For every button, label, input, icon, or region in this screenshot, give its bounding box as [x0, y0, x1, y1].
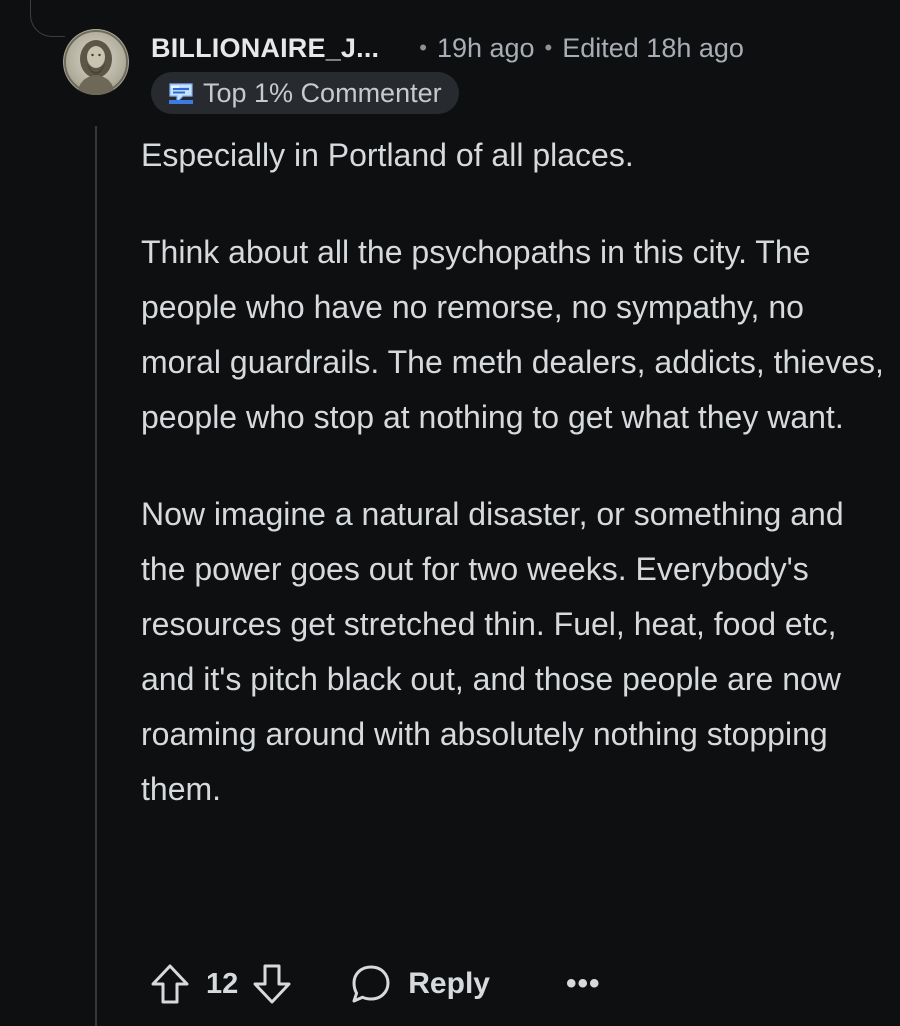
comment-actions: 12 Reply •••	[150, 956, 600, 1012]
comment-paragraph: Especially in Portland of all places.	[141, 137, 634, 173]
commenter-badge[interactable]: Top 1% Commenter	[151, 72, 459, 114]
comment-body: Especially in Portland of all places. Th…	[141, 128, 886, 817]
downvote-button[interactable]	[252, 962, 292, 1006]
edited-label: Edited 18h ago	[562, 32, 744, 63]
vote-count: 12	[206, 967, 239, 1000]
commenter-badge-icon	[169, 83, 193, 104]
comment-paragraph: Think about all the psychopaths in this …	[141, 234, 884, 435]
avatar[interactable]	[63, 29, 129, 95]
upvote-button[interactable]	[150, 962, 190, 1006]
comment-header: BILLIONAIRE_J... • 19h ago • Edited 18h …	[151, 26, 744, 70]
avatar-portrait	[64, 30, 128, 95]
ellipsis-icon: •••	[565, 967, 601, 1000]
downvote-arrow-icon	[253, 964, 291, 1004]
reply-button[interactable]: Reply	[350, 963, 490, 1005]
upvote-arrow-icon	[151, 964, 189, 1004]
meta-separator: •	[419, 35, 427, 60]
thread-connector-curve	[30, 0, 65, 37]
username-link[interactable]: BILLIONAIRE_J...	[151, 33, 379, 64]
comment-paragraph: Now imagine a natural disaster, or somet…	[141, 496, 844, 807]
timestamp[interactable]: 19h ago	[437, 33, 535, 64]
badge-label: Top 1% Commenter	[203, 77, 442, 108]
meta-separator: •	[544, 35, 553, 60]
speech-bubble-icon	[352, 965, 390, 1003]
more-options-button[interactable]: •••	[566, 967, 601, 1001]
reply-label: Reply	[408, 967, 490, 1000]
thread-line[interactable]	[95, 126, 97, 1026]
